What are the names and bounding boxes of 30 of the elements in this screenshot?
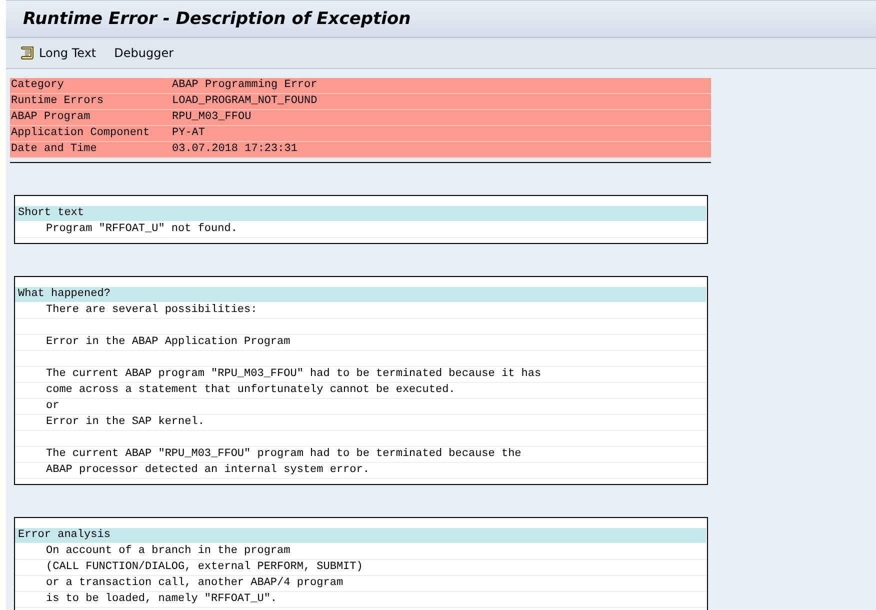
text-line: The current ABAP program "RPU_M03_FFOU" had to be terminated because it has: [46, 368, 542, 380]
field-value: ABAP Programming Error: [172, 78, 318, 93]
field-label: ABAP Program: [10, 110, 92, 125]
text-line: Program "RFFOAT_U" not found.: [46, 223, 238, 235]
text-line: On account of a branch in the program: [46, 545, 290, 557]
text-line: or: [46, 400, 60, 412]
text-line: or a transaction call, another ABAP/4 program: [46, 577, 344, 589]
field-value: PY-AT: [172, 126, 206, 141]
field-value: 03.07.2018 17:23:31: [172, 142, 298, 157]
text-line: ABAP processor detected an internal system error.: [46, 464, 370, 476]
window-title: Runtime Error - Description of Exception: [23, 9, 411, 29]
field-value: LOAD_PROGRAM_NOT_FOUND: [172, 94, 318, 109]
toolbar-button[interactable]: Long Text: [18, 43, 98, 63]
section-heading: What happened?: [15, 287, 706, 303]
text-line: come across a statement that unfortunately cannot be executed.: [46, 384, 456, 396]
field-label: Category: [10, 78, 65, 93]
toolbar-button[interactable]: Debugger: [112, 44, 176, 62]
field-label: Application Component: [10, 126, 151, 141]
text-line: Error in the SAP kernel.: [46, 416, 204, 428]
scroll-icon: [20, 45, 36, 61]
section-heading: Short text: [15, 206, 706, 222]
text-line: There are several possibilities:: [46, 304, 258, 316]
field-value: RPU_M03_FFOU: [172, 110, 252, 125]
field-label: Date and Time: [10, 142, 98, 157]
text-line: Error in the ABAP Application Program: [46, 336, 290, 348]
text-line: The current ABAP "RPU_M03_FFOU" program had to be terminated because the: [46, 448, 522, 460]
text-line: is to be loaded, namely "RFFOAT_U".: [46, 593, 278, 605]
text-line: (CALL FUNCTION/DIALOG, external PERFORM, SUBMIT): [46, 561, 363, 573]
field-label: Runtime Errors: [10, 94, 104, 109]
section-heading: Error analysis: [15, 528, 706, 544]
